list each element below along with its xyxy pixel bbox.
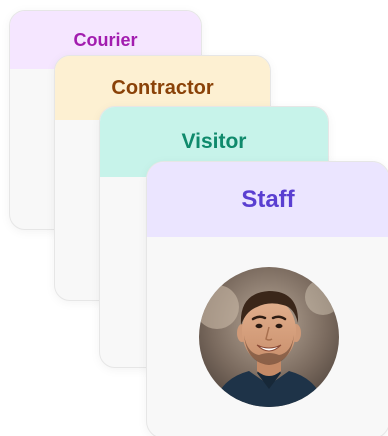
staff-card-label: Staff bbox=[241, 185, 295, 213]
courier-card-label: Courier bbox=[73, 29, 138, 50]
staff-avatar bbox=[199, 267, 339, 407]
visitor-card-label: Visitor bbox=[181, 130, 247, 153]
badge-card-stack: Courier Contractor Visitor Staff bbox=[0, 0, 388, 436]
person-photo-icon bbox=[199, 267, 339, 407]
contractor-card-label: Contractor bbox=[111, 76, 214, 99]
staff-card-header: Staff bbox=[147, 162, 388, 237]
staff-card[interactable]: Staff bbox=[146, 161, 388, 436]
